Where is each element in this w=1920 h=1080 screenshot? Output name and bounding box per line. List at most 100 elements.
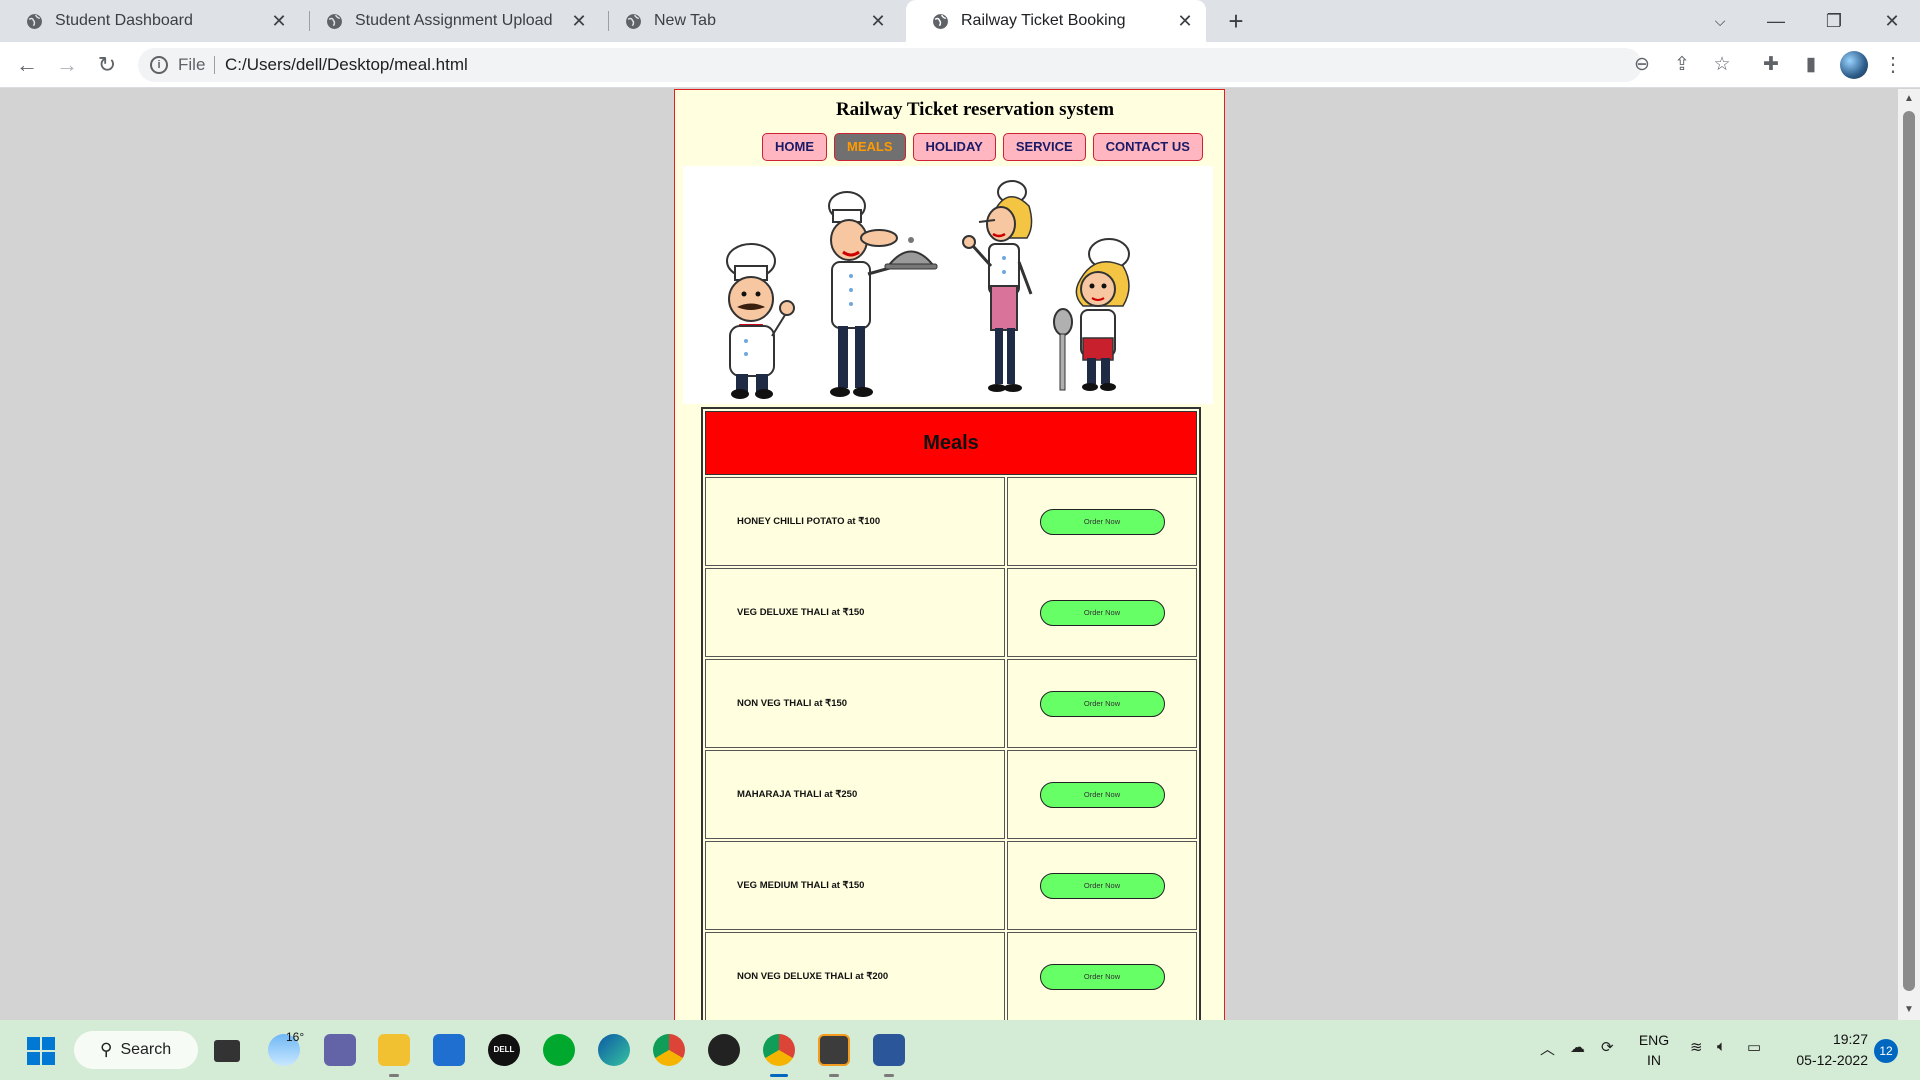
chef-mustache-figure [726,243,795,399]
meal-name: MAHARAJA THALI at ₹250 [705,750,1005,839]
sublime-text-icon[interactable] [818,1034,850,1066]
weather-temperature: 16° [286,1030,305,1044]
tab-title: Student Dashboard [55,12,193,29]
onedrive-cloud-icon[interactable]: ☁ [1570,1038,1585,1056]
meal-name: NON VEG THALI at ₹150 [705,659,1005,748]
file-explorer-icon[interactable] [378,1034,410,1066]
menu-meals-link[interactable]: MEALS [834,133,906,161]
chef-tray-figure [828,191,938,397]
tab-search-chevron-icon[interactable]: ⌵ [1700,6,1740,36]
evernote-icon[interactable] [543,1034,575,1066]
table-row: NON VEG DELUXE THALI at ₹200 Order Now [705,932,1197,1020]
back-arrow-icon[interactable]: ← [12,50,42,80]
order-now-button[interactable]: Order Now [1039,781,1165,808]
tab-student-assignment-upload[interactable]: Student Assignment Upload ✕ [300,0,600,42]
vertical-scrollbar[interactable]: ▲ ▼ [1898,89,1920,1020]
meal-action-cell: Order Now [1007,477,1197,566]
meals-heading: Meals [705,411,1197,475]
system-clock[interactable]: 19:27 05-12-2022 [1788,1029,1868,1071]
main-menu: HOME MEALS HOLIDAY SERVICE CONTACT US [762,133,1203,161]
tab-new-tab[interactable]: New Tab ✕ [599,0,899,42]
mail-icon[interactable] [433,1034,465,1066]
table-row: VEG DELUXE THALI at ₹150 Order Now [705,568,1197,657]
menu-home-link[interactable]: HOME [762,133,827,161]
close-window-icon[interactable]: ✕ [1872,6,1912,36]
menu-contact-us-link[interactable]: CONTACT US [1092,133,1203,161]
order-now-button[interactable]: Order Now [1039,963,1165,990]
table-row: MAHARAJA THALI at ₹250 Order Now [705,750,1197,839]
reload-icon[interactable]: ↻ [92,50,122,80]
menu-holiday-link[interactable]: HOLIDAY [912,133,996,161]
scroll-up-arrow-icon[interactable]: ▲ [1898,91,1920,107]
language-code: ENG [1638,1032,1670,1048]
table-row: HONEY CHILLI POTATO at ₹100 Order Now [705,477,1197,566]
info-icon[interactable]: i [150,56,168,74]
address-bar[interactable]: i File C:/Users/dell/Desktop/meal.html [138,48,1642,82]
media-player-icon[interactable] [708,1034,740,1066]
browser-tab-strip: Student Dashboard ✕ Student Assignment U… [0,0,1920,42]
chrome-active-icon[interactable] [763,1034,795,1066]
meal-name: HONEY CHILLI POTATO at ₹100 [705,477,1005,566]
side-panel-icon[interactable]: ▮ [1798,52,1824,78]
edge-icon[interactable] [598,1034,630,1066]
profile-avatar[interactable] [1840,51,1868,79]
close-tab-icon[interactable]: ✕ [1176,12,1194,30]
input-language[interactable]: ENG IN [1636,1030,1672,1070]
extensions-icon[interactable]: ✚ [1758,52,1784,78]
windows-start-icon[interactable] [26,1036,56,1066]
volume-icon[interactable]: 🔈︎ [1717,1038,1726,1055]
battery-icon[interactable]: ▭ [1747,1038,1761,1056]
word-icon[interactable] [873,1034,905,1066]
page-container: Railway Ticket reservation system HOME M… [674,89,1225,1020]
scrollbar-thumb[interactable] [1903,111,1915,991]
tab-student-dashboard[interactable]: Student Dashboard ✕ [0,0,300,42]
close-tab-icon[interactable]: ✕ [270,12,288,30]
windows-taskbar: ⚲ Search 16° DELL ︿ ☁ ⟳ ENG IN ≋ 🔈︎ ▭ 19… [0,1020,1920,1080]
url-text[interactable]: C:/Users/dell/Desktop/meal.html [225,55,468,75]
teams-chat-icon[interactable] [324,1034,356,1066]
running-indicator [884,1074,894,1077]
meal-action-cell: Order Now [1007,568,1197,657]
restore-icon[interactable]: ❐ [1814,6,1854,36]
tab-title: Student Assignment Upload [355,12,553,29]
chef-woman-figure [962,180,1033,392]
wifi-icon[interactable]: ≋ [1690,1038,1703,1056]
new-tab-button[interactable]: + [1222,7,1250,35]
globe-icon [27,13,42,29]
task-view-icon[interactable] [214,1040,240,1062]
zoom-out-icon[interactable]: ⊖ [1629,52,1655,78]
order-now-button[interactable]: Order Now [1039,690,1165,717]
globe-icon [626,13,641,29]
order-now-button[interactable]: Order Now [1039,599,1165,626]
meal-action-cell: Order Now [1007,841,1197,930]
dell-icon[interactable]: DELL [488,1034,520,1066]
chrome-icon[interactable] [653,1034,685,1066]
forward-arrow-icon[interactable]: → [52,50,82,80]
taskbar-search-box[interactable]: ⚲ Search [74,1031,198,1069]
globe-icon [327,13,342,29]
tab-title: New Tab [654,12,716,29]
scroll-down-arrow-icon[interactable]: ▼ [1898,1002,1920,1018]
table-row: VEG MEDIUM THALI at ₹150 Order Now [705,841,1197,930]
bookmark-star-icon[interactable]: ☆ [1709,52,1735,78]
clock-date: 05-12-2022 [1796,1052,1868,1068]
notification-count-badge[interactable]: 12 [1874,1039,1898,1063]
scheme-label: File [178,55,206,74]
share-icon[interactable]: ⇪ [1669,52,1695,78]
search-icon: ⚲ [100,1040,113,1059]
tab-title: Railway Ticket Booking [961,12,1126,29]
order-now-button[interactable]: Order Now [1039,872,1165,899]
close-tab-icon[interactable]: ✕ [570,12,588,30]
sync-icon[interactable]: ⟳ [1601,1038,1614,1056]
show-hidden-icons-chevron-icon[interactable]: ︿ [1540,1038,1555,1059]
close-tab-icon[interactable]: ✕ [869,12,887,30]
menu-service-link[interactable]: SERVICE [1002,133,1086,161]
search-label: Search [120,1041,172,1058]
globe-icon [933,13,948,29]
tab-railway-ticket-booking[interactable]: Railway Ticket Booking ✕ [906,0,1206,42]
page-viewport: Railway Ticket reservation system HOME M… [0,89,1898,1020]
meal-name: NON VEG DELUXE THALI at ₹200 [705,932,1005,1020]
more-menu-icon[interactable]: ⋮ [1880,52,1906,78]
minimize-icon[interactable]: — [1756,6,1796,36]
order-now-button[interactable]: Order Now [1039,508,1165,535]
